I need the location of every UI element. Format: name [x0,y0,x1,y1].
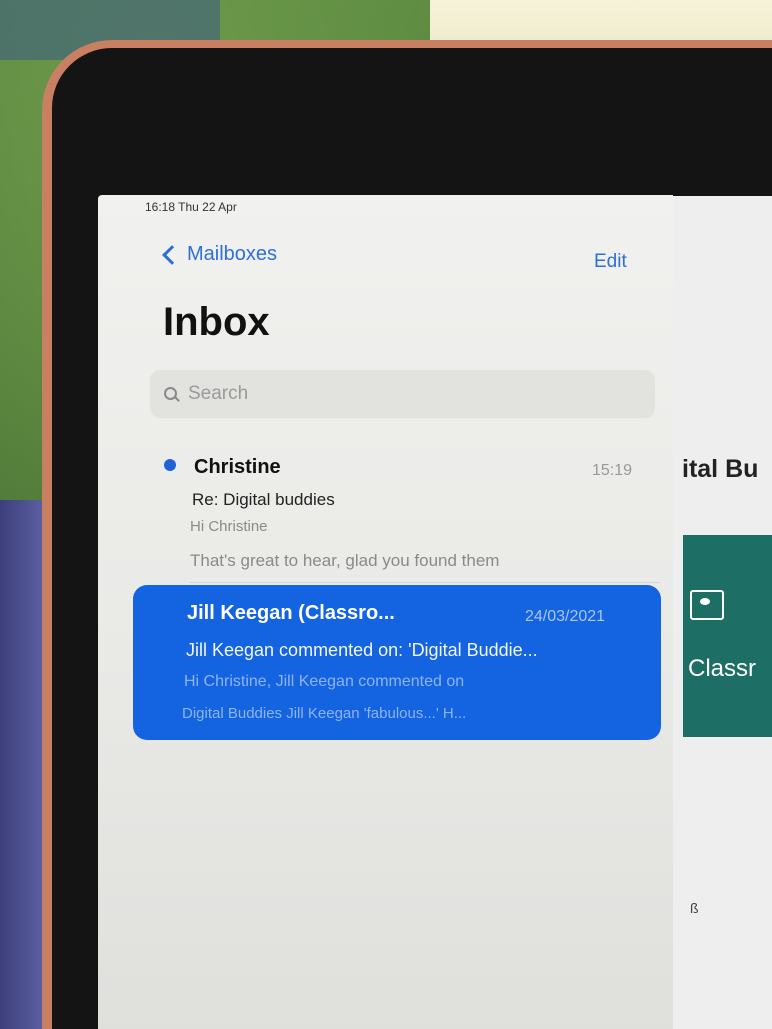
classroom-card[interactable] [683,535,772,737]
classroom-label: Classr [688,655,757,682]
unread-dot-icon [164,459,176,471]
image-icon [690,590,724,620]
message-preview-line1: Hi Christine [190,518,268,535]
photo-scene: ital Bu Classr ß 16:18 Thu 22 Apr Mailbo… [0,0,772,1029]
status-bar-time: 16:18 Thu 22 Apr [145,200,237,214]
search-icon [164,387,178,401]
row-divider [190,582,660,583]
search-bar[interactable] [150,370,655,418]
chevron-left-icon [162,244,182,265]
search-input[interactable] [186,382,610,406]
message-sender: Christine [194,456,281,478]
message-subject: Re: Digital buddies [192,490,335,509]
message-time: 15:19 [592,462,633,479]
mailboxes-back-button[interactable]: Mailboxes [162,243,278,266]
back-label: Mailboxes [187,243,278,265]
message-preview-line2: That's great to hear, glad you found the… [190,551,500,570]
message-sender: Jill Keegan (Classro... [187,602,395,624]
message-date: 24/03/2021 [525,608,606,625]
message-preview-line2: Digital Buddies Jill Keegan 'fabulous...… [182,705,467,722]
detail-text-fragment: ß [690,900,699,916]
message-preview-line1: Hi Christine, Jill Keegan commented on [184,673,465,690]
detail-title: ital Bu [682,455,759,483]
page-title: Inbox [163,300,270,344]
edit-button[interactable]: Edit [594,251,627,273]
message-subject: Jill Keegan commented on: 'Digital Buddi… [186,640,538,660]
